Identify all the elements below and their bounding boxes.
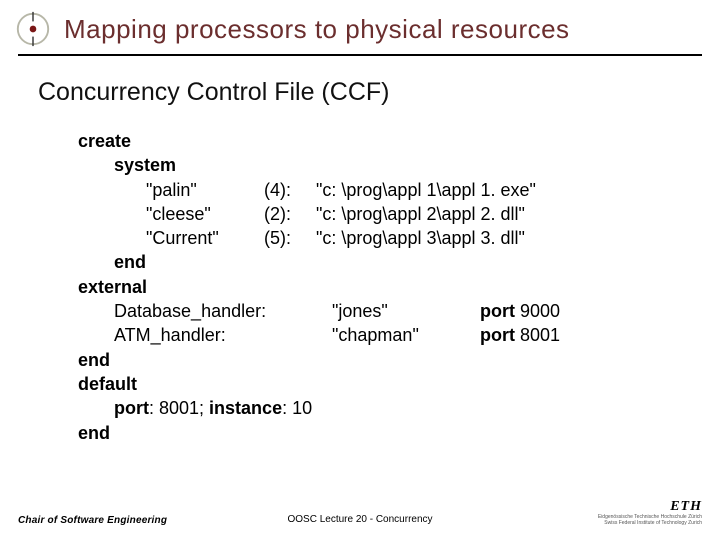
- default-line: port: 8001; instance: 10: [78, 396, 720, 420]
- kw-system: system: [78, 153, 720, 177]
- kw-external: external: [78, 275, 720, 299]
- kw-port: port: [480, 301, 515, 321]
- sys-name: "cleese": [146, 202, 264, 226]
- slide-subtitle: Concurrency Control File (CCF): [0, 56, 720, 119]
- kw-port: port: [480, 325, 515, 345]
- system-row: "palin" (4): "c: \prog\appl 1\appl 1. ex…: [78, 178, 720, 202]
- slide-title: Mapping processors to physical resources: [64, 14, 570, 45]
- ext-port: port 9000: [480, 299, 560, 323]
- code-block: create system "palin" (4): "c: \prog\app…: [0, 119, 720, 445]
- sys-num: (5):: [264, 226, 316, 250]
- footer-left: Chair of Software Engineering: [18, 515, 167, 526]
- ext-name: Database_handler:: [114, 299, 332, 323]
- default-instance-val: : 10: [282, 398, 312, 418]
- kw-port: port: [114, 398, 149, 418]
- kw-instance: instance: [209, 398, 282, 418]
- ext-port-val: 9000: [515, 301, 560, 321]
- sys-name: "Current": [146, 226, 264, 250]
- sys-path: "c: \prog\appl 2\appl 2. dll": [316, 202, 525, 226]
- bullet-icon: [14, 10, 52, 48]
- ext-port-val: 8001: [515, 325, 560, 345]
- sys-num: (2):: [264, 202, 316, 226]
- footer-center: OOSC Lecture 20 - Concurrency: [287, 514, 432, 525]
- kw-end: end: [78, 250, 720, 274]
- system-row: "cleese" (2): "c: \prog\appl 2\appl 2. d…: [78, 202, 720, 226]
- external-row: ATM_handler: "chapman" port 8001: [78, 323, 720, 347]
- eth-logo: ETH: [598, 499, 702, 515]
- slide: Mapping processors to physical resources…: [0, 0, 720, 540]
- title-row: Mapping processors to physical resources: [0, 0, 720, 54]
- kw-end: end: [78, 348, 720, 372]
- footer-right: ETH Eidgenössische Technische Hochschule…: [598, 499, 702, 526]
- kw-default: default: [78, 372, 720, 396]
- sys-path: "c: \prog\appl 1\appl 1. exe": [316, 178, 536, 202]
- external-row: Database_handler: "jones" port 9000: [78, 299, 720, 323]
- kw-end: end: [78, 421, 720, 445]
- ext-port: port 8001: [480, 323, 560, 347]
- ext-host: "chapman": [332, 323, 480, 347]
- sys-name: "palin": [146, 178, 264, 202]
- kw-create: create: [78, 129, 720, 153]
- system-row: "Current" (5): "c: \prog\appl 3\appl 3. …: [78, 226, 720, 250]
- default-port-val: : 8001;: [149, 398, 209, 418]
- sys-path: "c: \prog\appl 3\appl 3. dll": [316, 226, 525, 250]
- ext-name: ATM_handler:: [114, 323, 332, 347]
- ext-host: "jones": [332, 299, 480, 323]
- eth-sub: Swiss Federal Institute of Technology Zu…: [598, 521, 702, 527]
- sys-num: (4):: [264, 178, 316, 202]
